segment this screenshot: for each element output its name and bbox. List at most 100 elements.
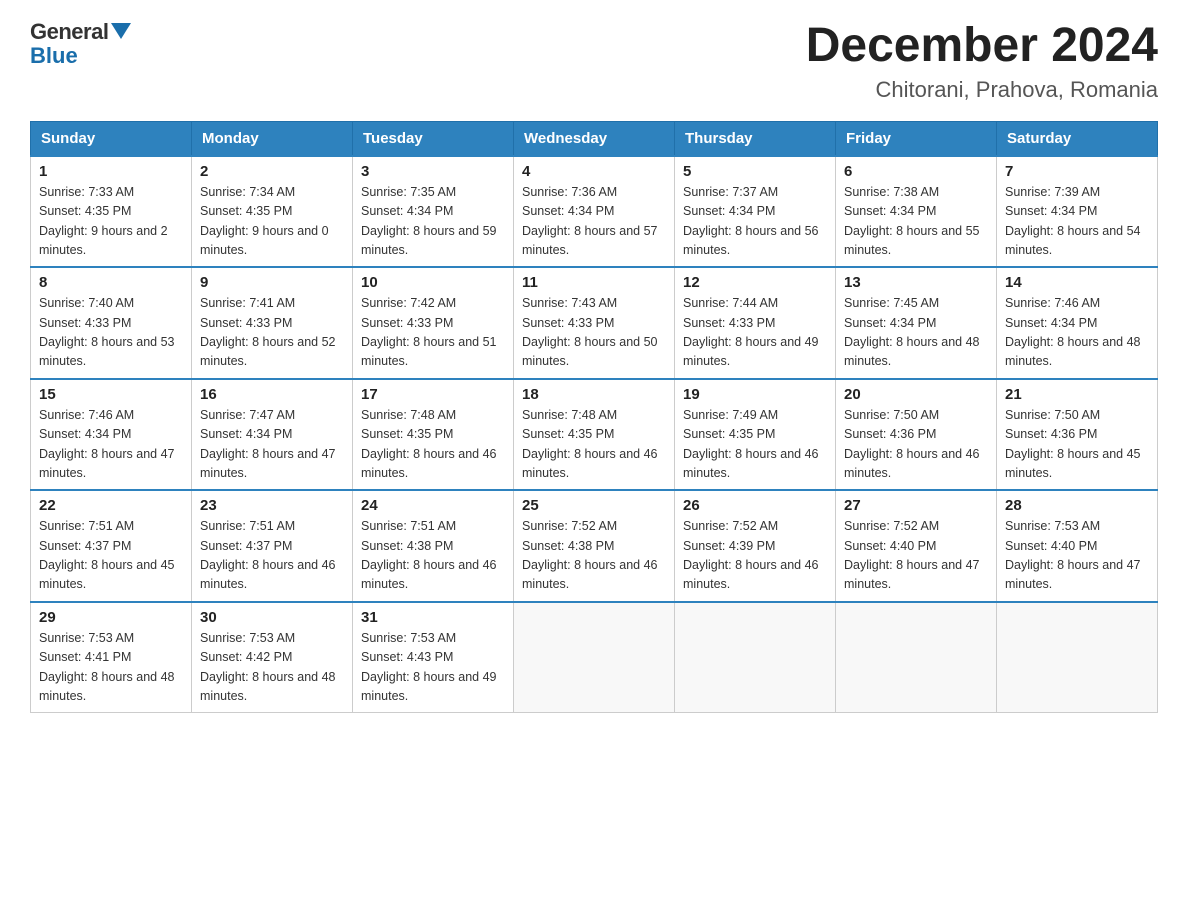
day-number: 11 <box>522 274 666 291</box>
calendar-day-cell: 31 Sunrise: 7:53 AMSunset: 4:43 PMDaylig… <box>353 602 514 713</box>
day-info: Sunrise: 7:51 AMSunset: 4:37 PMDaylight:… <box>200 517 344 595</box>
day-info: Sunrise: 7:38 AMSunset: 4:34 PMDaylight:… <box>844 183 988 261</box>
calendar-day-cell: 1 Sunrise: 7:33 AMSunset: 4:35 PMDayligh… <box>31 156 192 268</box>
day-number: 6 <box>844 163 988 180</box>
calendar-day-cell: 11 Sunrise: 7:43 AMSunset: 4:33 PMDaylig… <box>514 267 675 379</box>
calendar-day-cell: 18 Sunrise: 7:48 AMSunset: 4:35 PMDaylig… <box>514 379 675 491</box>
calendar-day-cell <box>514 602 675 713</box>
calendar-day-cell: 29 Sunrise: 7:53 AMSunset: 4:41 PMDaylig… <box>31 602 192 713</box>
calendar-day-cell <box>836 602 997 713</box>
day-info: Sunrise: 7:34 AMSunset: 4:35 PMDaylight:… <box>200 183 344 261</box>
day-number: 23 <box>200 497 344 514</box>
day-number: 12 <box>683 274 827 291</box>
day-info: Sunrise: 7:50 AMSunset: 4:36 PMDaylight:… <box>844 406 988 484</box>
calendar-day-cell: 28 Sunrise: 7:53 AMSunset: 4:40 PMDaylig… <box>997 490 1158 602</box>
calendar-day-cell: 9 Sunrise: 7:41 AMSunset: 4:33 PMDayligh… <box>192 267 353 379</box>
calendar-day-cell: 4 Sunrise: 7:36 AMSunset: 4:34 PMDayligh… <box>514 156 675 268</box>
day-number: 3 <box>361 163 505 180</box>
calendar-week-row: 1 Sunrise: 7:33 AMSunset: 4:35 PMDayligh… <box>31 156 1158 268</box>
day-number: 7 <box>1005 163 1149 180</box>
logo-general-text: General <box>30 20 108 44</box>
day-number: 26 <box>683 497 827 514</box>
day-number: 31 <box>361 609 505 626</box>
day-number: 21 <box>1005 386 1149 403</box>
day-info: Sunrise: 7:52 AMSunset: 4:38 PMDaylight:… <box>522 517 666 595</box>
day-number: 5 <box>683 163 827 180</box>
calendar-header-sunday: Sunday <box>31 121 192 156</box>
calendar-day-cell: 15 Sunrise: 7:46 AMSunset: 4:34 PMDaylig… <box>31 379 192 491</box>
calendar-header-saturday: Saturday <box>997 121 1158 156</box>
day-number: 2 <box>200 163 344 180</box>
day-number: 15 <box>39 386 183 403</box>
calendar-week-row: 15 Sunrise: 7:46 AMSunset: 4:34 PMDaylig… <box>31 379 1158 491</box>
calendar-day-cell: 21 Sunrise: 7:50 AMSunset: 4:36 PMDaylig… <box>997 379 1158 491</box>
day-info: Sunrise: 7:52 AMSunset: 4:39 PMDaylight:… <box>683 517 827 595</box>
day-number: 14 <box>1005 274 1149 291</box>
calendar-day-cell: 23 Sunrise: 7:51 AMSunset: 4:37 PMDaylig… <box>192 490 353 602</box>
calendar-day-cell: 5 Sunrise: 7:37 AMSunset: 4:34 PMDayligh… <box>675 156 836 268</box>
calendar-day-cell: 19 Sunrise: 7:49 AMSunset: 4:35 PMDaylig… <box>675 379 836 491</box>
day-number: 28 <box>1005 497 1149 514</box>
day-info: Sunrise: 7:51 AMSunset: 4:37 PMDaylight:… <box>39 517 183 595</box>
day-info: Sunrise: 7:52 AMSunset: 4:40 PMDaylight:… <box>844 517 988 595</box>
day-info: Sunrise: 7:37 AMSunset: 4:34 PMDaylight:… <box>683 183 827 261</box>
day-number: 13 <box>844 274 988 291</box>
day-number: 17 <box>361 386 505 403</box>
calendar-day-cell: 24 Sunrise: 7:51 AMSunset: 4:38 PMDaylig… <box>353 490 514 602</box>
logo: General Blue <box>30 20 131 68</box>
day-info: Sunrise: 7:53 AMSunset: 4:43 PMDaylight:… <box>361 629 505 707</box>
day-info: Sunrise: 7:53 AMSunset: 4:42 PMDaylight:… <box>200 629 344 707</box>
day-info: Sunrise: 7:41 AMSunset: 4:33 PMDaylight:… <box>200 294 344 372</box>
calendar-day-cell: 2 Sunrise: 7:34 AMSunset: 4:35 PMDayligh… <box>192 156 353 268</box>
day-number: 19 <box>683 386 827 403</box>
day-info: Sunrise: 7:48 AMSunset: 4:35 PMDaylight:… <box>361 406 505 484</box>
day-number: 16 <box>200 386 344 403</box>
calendar-header-wednesday: Wednesday <box>514 121 675 156</box>
logo-triangle-icon <box>111 23 131 39</box>
calendar-header-monday: Monday <box>192 121 353 156</box>
calendar-day-cell: 17 Sunrise: 7:48 AMSunset: 4:35 PMDaylig… <box>353 379 514 491</box>
page-header: General Blue December 2024 Chitorani, Pr… <box>30 20 1158 103</box>
calendar-header-row: SundayMondayTuesdayWednesdayThursdayFrid… <box>31 121 1158 156</box>
calendar-day-cell: 8 Sunrise: 7:40 AMSunset: 4:33 PMDayligh… <box>31 267 192 379</box>
calendar-day-cell: 25 Sunrise: 7:52 AMSunset: 4:38 PMDaylig… <box>514 490 675 602</box>
day-info: Sunrise: 7:51 AMSunset: 4:38 PMDaylight:… <box>361 517 505 595</box>
calendar-day-cell: 3 Sunrise: 7:35 AMSunset: 4:34 PMDayligh… <box>353 156 514 268</box>
calendar-day-cell: 27 Sunrise: 7:52 AMSunset: 4:40 PMDaylig… <box>836 490 997 602</box>
day-info: Sunrise: 7:46 AMSunset: 4:34 PMDaylight:… <box>1005 294 1149 372</box>
calendar-day-cell: 10 Sunrise: 7:42 AMSunset: 4:33 PMDaylig… <box>353 267 514 379</box>
calendar-week-row: 8 Sunrise: 7:40 AMSunset: 4:33 PMDayligh… <box>31 267 1158 379</box>
day-info: Sunrise: 7:36 AMSunset: 4:34 PMDaylight:… <box>522 183 666 261</box>
day-info: Sunrise: 7:42 AMSunset: 4:33 PMDaylight:… <box>361 294 505 372</box>
day-info: Sunrise: 7:46 AMSunset: 4:34 PMDaylight:… <box>39 406 183 484</box>
calendar-day-cell: 30 Sunrise: 7:53 AMSunset: 4:42 PMDaylig… <box>192 602 353 713</box>
calendar-header-tuesday: Tuesday <box>353 121 514 156</box>
title-block: December 2024 Chitorani, Prahova, Romani… <box>806 20 1158 103</box>
calendar-header-friday: Friday <box>836 121 997 156</box>
calendar-day-cell: 26 Sunrise: 7:52 AMSunset: 4:39 PMDaylig… <box>675 490 836 602</box>
day-info: Sunrise: 7:45 AMSunset: 4:34 PMDaylight:… <box>844 294 988 372</box>
day-number: 8 <box>39 274 183 291</box>
logo-blue-text: Blue <box>30 44 78 68</box>
calendar-day-cell: 12 Sunrise: 7:44 AMSunset: 4:33 PMDaylig… <box>675 267 836 379</box>
day-info: Sunrise: 7:40 AMSunset: 4:33 PMDaylight:… <box>39 294 183 372</box>
day-number: 18 <box>522 386 666 403</box>
calendar-table: SundayMondayTuesdayWednesdayThursdayFrid… <box>30 121 1158 714</box>
day-info: Sunrise: 7:35 AMSunset: 4:34 PMDaylight:… <box>361 183 505 261</box>
calendar-day-cell: 20 Sunrise: 7:50 AMSunset: 4:36 PMDaylig… <box>836 379 997 491</box>
day-info: Sunrise: 7:33 AMSunset: 4:35 PMDaylight:… <box>39 183 183 261</box>
day-info: Sunrise: 7:49 AMSunset: 4:35 PMDaylight:… <box>683 406 827 484</box>
calendar-header-thursday: Thursday <box>675 121 836 156</box>
calendar-day-cell: 16 Sunrise: 7:47 AMSunset: 4:34 PMDaylig… <box>192 379 353 491</box>
day-number: 27 <box>844 497 988 514</box>
day-number: 25 <box>522 497 666 514</box>
day-number: 24 <box>361 497 505 514</box>
calendar-day-cell <box>675 602 836 713</box>
day-info: Sunrise: 7:44 AMSunset: 4:33 PMDaylight:… <box>683 294 827 372</box>
day-info: Sunrise: 7:47 AMSunset: 4:34 PMDaylight:… <box>200 406 344 484</box>
calendar-day-cell: 6 Sunrise: 7:38 AMSunset: 4:34 PMDayligh… <box>836 156 997 268</box>
day-info: Sunrise: 7:53 AMSunset: 4:41 PMDaylight:… <box>39 629 183 707</box>
calendar-week-row: 29 Sunrise: 7:53 AMSunset: 4:41 PMDaylig… <box>31 602 1158 713</box>
page-subtitle: Chitorani, Prahova, Romania <box>806 77 1158 103</box>
day-number: 29 <box>39 609 183 626</box>
